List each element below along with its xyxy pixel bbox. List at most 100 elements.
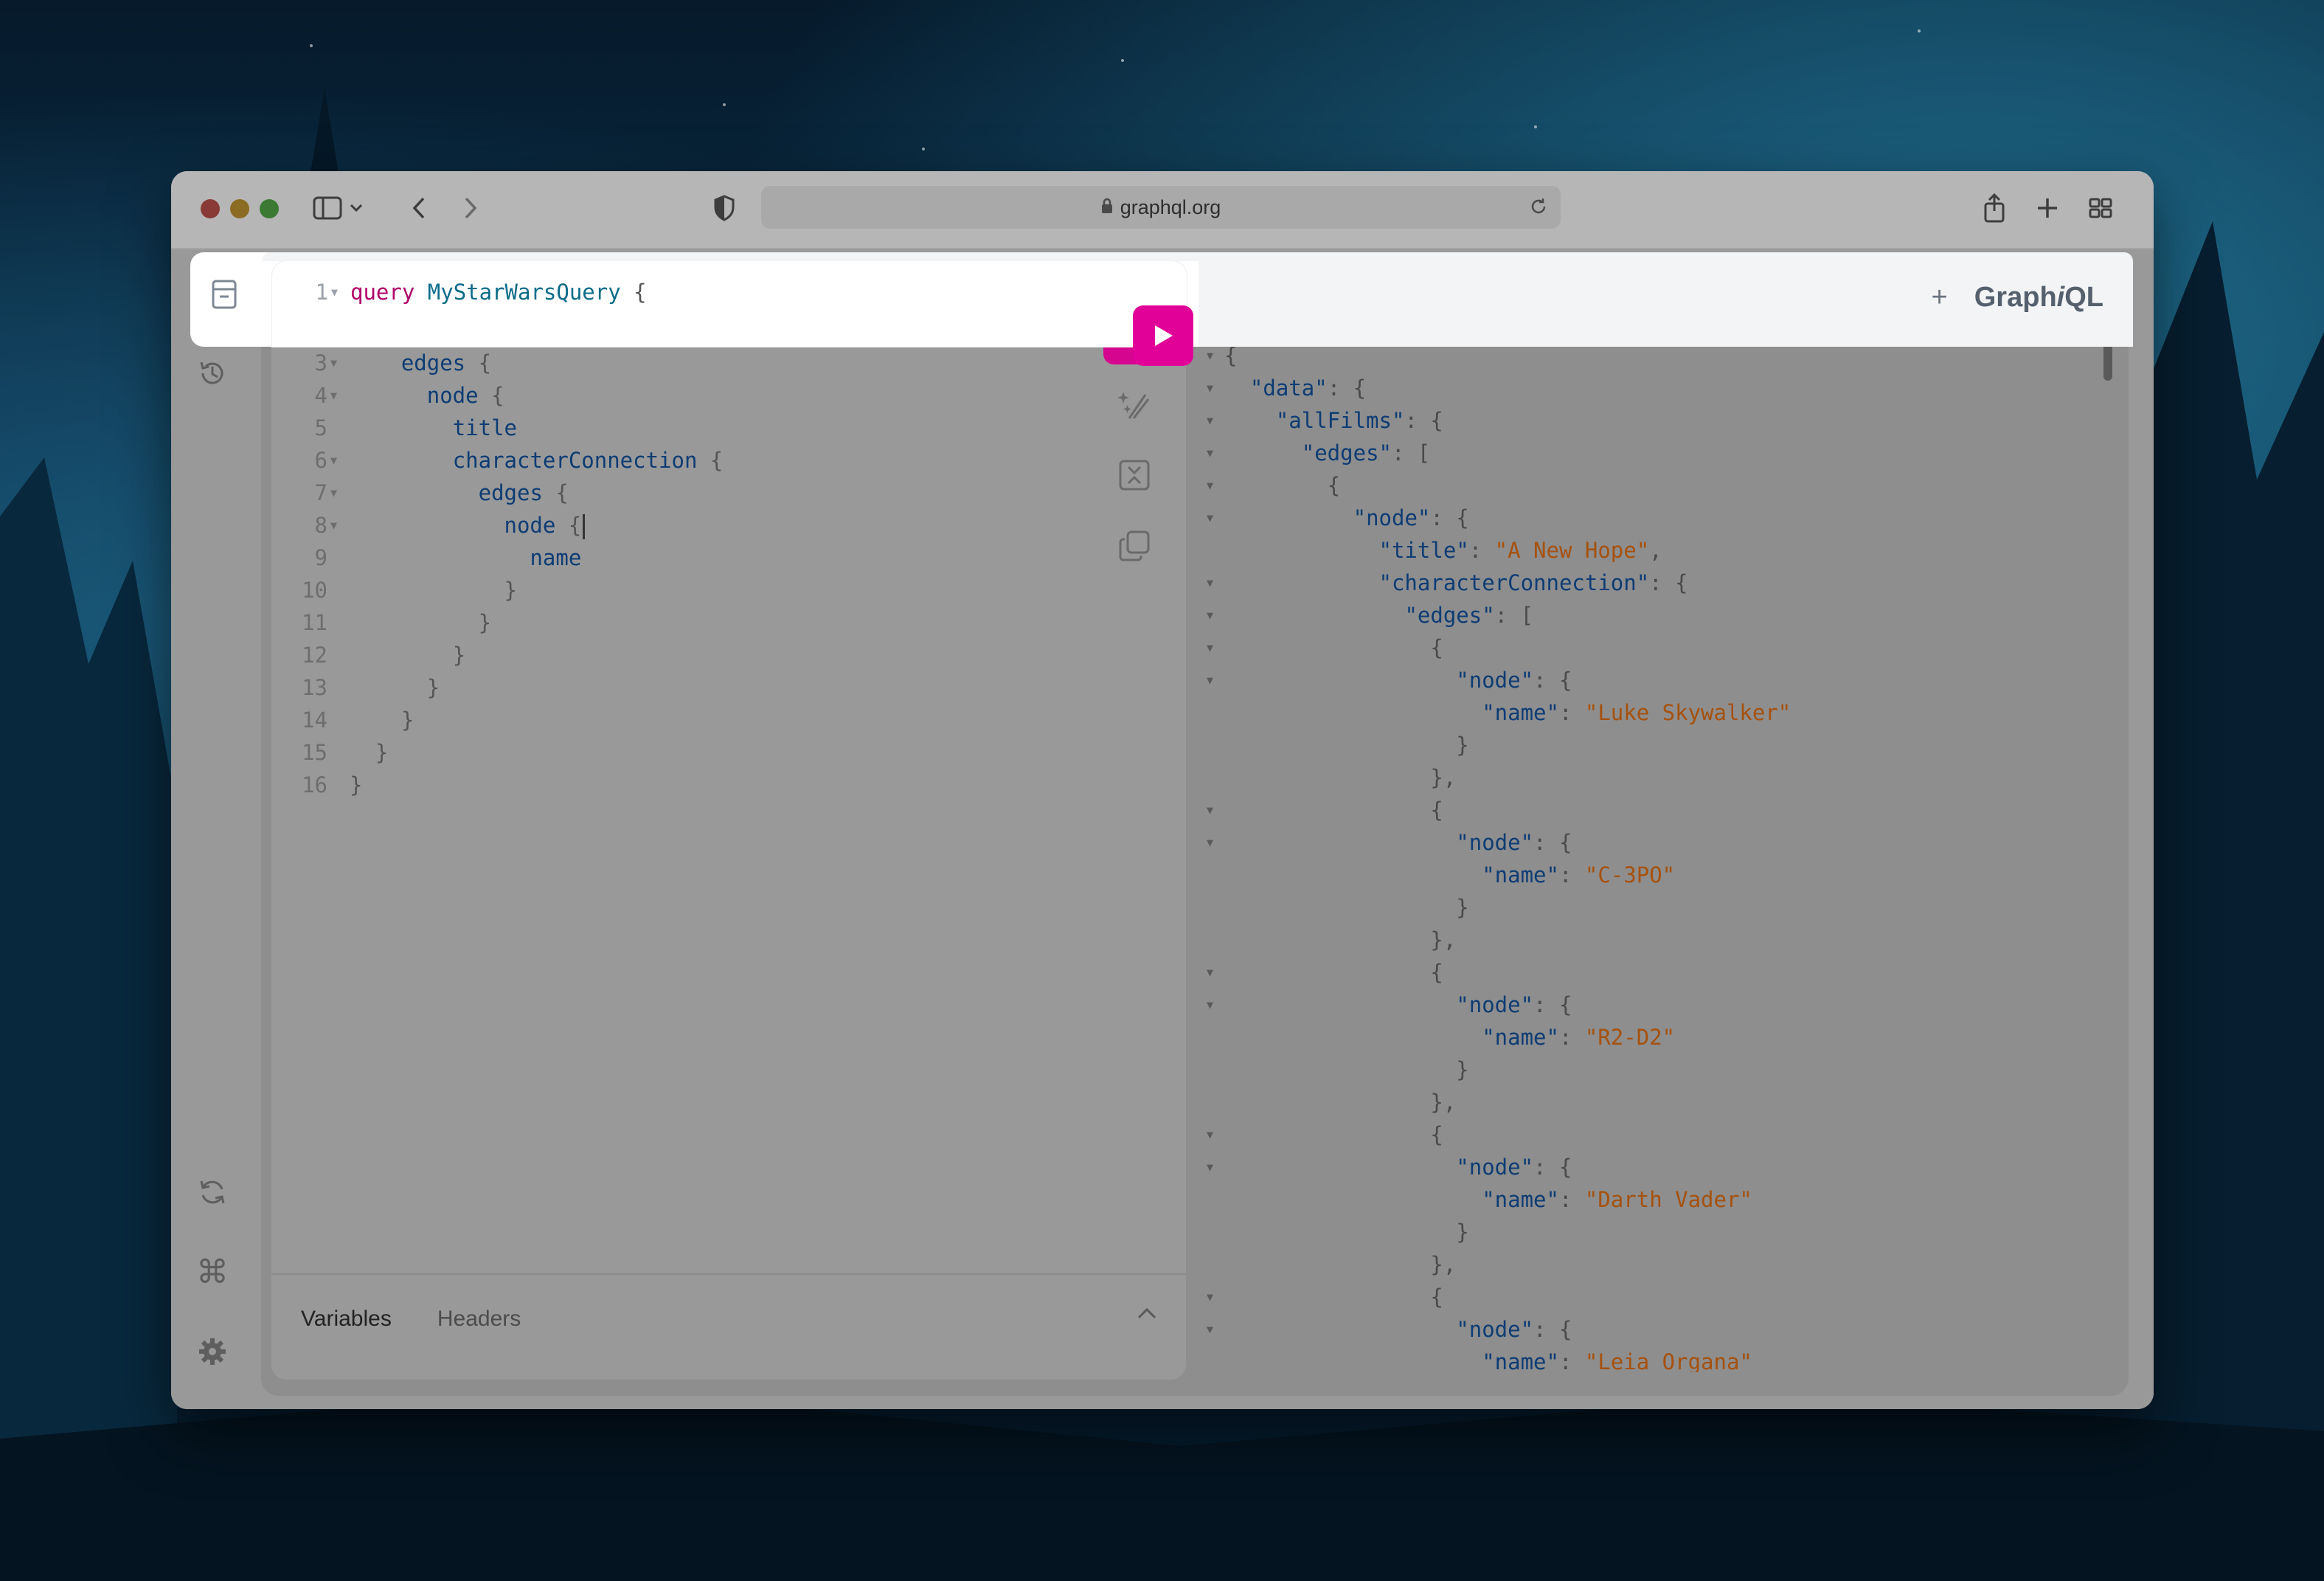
fold-arrow-icon[interactable]: ▼ — [1207, 632, 1213, 664]
fold-arrow-icon[interactable]: ▼ — [1207, 1118, 1213, 1151]
code-token: { — [1327, 473, 1341, 498]
code-token: "A New Hope" — [1494, 538, 1650, 563]
result-text: "data": { — [1224, 372, 1366, 404]
tab-variables[interactable]: Variables — [301, 1307, 392, 1332]
add-tab-button[interactable]: + — [1932, 282, 1948, 314]
code-text: } — [350, 639, 465, 671]
code-token: characterConnection — [452, 448, 698, 473]
fold-arrow-icon[interactable]: ▼ — [1207, 502, 1213, 534]
code-token: "name" — [1482, 1025, 1559, 1050]
fold-arrow-icon[interactable]: ▼ — [1207, 599, 1213, 632]
settings-icon[interactable] — [193, 1332, 232, 1371]
result-scrollbar[interactable] — [2103, 344, 2112, 381]
new-tab-icon[interactable] — [2028, 189, 2067, 227]
execute-query-button[interactable] — [1133, 305, 1193, 366]
code-token: "name" — [1482, 1349, 1559, 1372]
code-token: } — [375, 740, 389, 765]
fold-arrow-icon[interactable]: ▼ — [1207, 826, 1213, 859]
sidebar-toggle-icon[interactable] — [308, 189, 347, 227]
result-text: { — [1224, 1118, 1443, 1151]
code-token: : { — [1430, 505, 1469, 530]
fold-arrow-icon[interactable]: ▼ — [330, 477, 337, 509]
query-editor[interactable]: 1▼query MyStarWarsQuery {2▼ allFilms {3▼… — [271, 282, 1186, 1270]
result-text: { — [1224, 1281, 1443, 1313]
fold-arrow-icon[interactable]: ▼ — [330, 379, 337, 412]
code-token: : — [1558, 1187, 1585, 1212]
fold-arrow-icon[interactable]: ▼ — [1207, 989, 1213, 1021]
tab-overview-icon[interactable] — [2081, 189, 2120, 227]
forward-icon[interactable] — [451, 189, 490, 227]
result-text: } — [1224, 729, 1469, 761]
code-text: } — [350, 574, 517, 606]
fold-arrow-icon[interactable]: ▼ — [1207, 956, 1213, 989]
fold-arrow-icon[interactable]: ▼ — [1207, 794, 1213, 826]
fold-arrow-icon[interactable]: ▼ — [1207, 1281, 1213, 1313]
code-text: node { — [350, 379, 504, 412]
refetch-schema-icon[interactable] — [193, 1173, 232, 1211]
code-token: "C-3PO" — [1584, 862, 1676, 888]
minimize-window-button[interactable] — [230, 199, 249, 218]
fold-arrow-icon[interactable]: ▼ — [1207, 469, 1213, 502]
copy-query-icon[interactable] — [1112, 524, 1156, 568]
line-number: 10 — [302, 578, 327, 603]
fold-arrow-icon[interactable]: ▼ — [1207, 1313, 1213, 1346]
code-token: : { — [1533, 668, 1572, 693]
fold-arrow-icon[interactable]: ▼ — [331, 276, 338, 308]
prettify-icon[interactable] — [1112, 382, 1156, 426]
tab-headers[interactable]: Headers — [437, 1307, 521, 1332]
code-text: edges { — [350, 477, 569, 509]
result-text: "node": { — [1224, 989, 1572, 1021]
close-window-button[interactable] — [201, 199, 220, 218]
fold-arrow-icon[interactable]: ▼ — [330, 347, 337, 379]
play-icon — [1155, 325, 1173, 346]
fold-arrow-icon[interactable]: ▼ — [1207, 1151, 1213, 1183]
code-token: query — [350, 280, 415, 305]
code-text: } — [350, 606, 491, 639]
code-token: : { — [1649, 570, 1688, 595]
privacy-shield-icon[interactable] — [705, 189, 743, 227]
merge-fragments-icon[interactable] — [1112, 453, 1156, 497]
line-number: 14 — [302, 708, 327, 733]
shortcuts-icon[interactable]: ⌘ — [193, 1253, 232, 1291]
zoom-window-button[interactable] — [260, 199, 279, 218]
reload-icon[interactable] — [1528, 196, 1549, 222]
chevron-up-icon[interactable] — [1137, 1307, 1156, 1323]
history-icon[interactable] — [193, 354, 232, 392]
result-text: } — [1224, 891, 1468, 924]
fold-arrow-icon[interactable]: ▼ — [1207, 404, 1213, 437]
address-bar[interactable]: graphql.org — [761, 186, 1561, 229]
share-icon[interactable] — [1975, 189, 2013, 227]
fold-arrow-icon[interactable]: ▼ — [1207, 372, 1213, 404]
back-icon[interactable] — [400, 189, 438, 227]
code-token: } — [1456, 1220, 1469, 1245]
fold-arrow-icon[interactable]: ▼ — [1207, 437, 1213, 469]
fold-arrow-icon[interactable]: ▼ — [1207, 567, 1213, 599]
code-token: } — [1456, 733, 1469, 758]
docs-icon[interactable] — [201, 271, 247, 317]
chevron-down-icon[interactable] — [345, 189, 367, 227]
fold-arrow-icon[interactable]: ▼ — [330, 509, 337, 542]
code-token: : — [1558, 700, 1585, 725]
result-text: { — [1224, 632, 1443, 664]
result-viewer[interactable]: ▼{▼ "data": {▼ "allFilms": {▼ "edges": [… — [1198, 339, 2105, 1372]
fold-arrow-icon[interactable]: ▼ — [330, 444, 337, 477]
code-token: { — [1224, 343, 1238, 368]
code-token: "Darth Vader" — [1584, 1187, 1752, 1212]
code-token: : { — [1404, 408, 1443, 433]
code-token: "node" — [1456, 1317, 1534, 1342]
fold-arrow-icon[interactable]: ▼ — [1207, 664, 1213, 696]
result-text: "node": { — [1224, 502, 1469, 534]
code-text: } — [350, 769, 362, 801]
